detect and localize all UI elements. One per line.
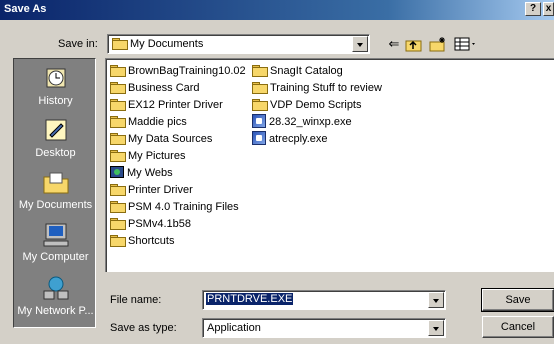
list-item[interactable]: PSMv4.1b58 <box>110 216 191 232</box>
folder-icon <box>110 65 126 77</box>
list-item[interactable]: VDP Demo Scripts <box>252 97 362 113</box>
list-item[interactable]: atrecply.exe <box>252 131 328 147</box>
window-title: Save As <box>4 3 47 15</box>
places-label: History <box>38 95 73 107</box>
chevron-down-icon[interactable] <box>352 36 368 52</box>
list-item[interactable]: PSM 4.0 Training Files <box>110 199 239 215</box>
desktop-icon <box>41 117 71 145</box>
save-button[interactable]: Save <box>481 288 554 312</box>
file-list[interactable]: BrownBagTraining10.02 Business Card EX12… <box>105 58 554 272</box>
list-item[interactable]: My Webs <box>110 165 173 181</box>
close-button[interactable]: x <box>543 2 554 16</box>
places-label: My Documents <box>18 199 93 211</box>
places-bar: History Desktop My Documents My Computer… <box>13 58 96 328</box>
my-network-places-icon <box>41 275 71 303</box>
history-icon <box>41 65 71 93</box>
list-item[interactable]: Printer Driver <box>110 182 193 198</box>
file-name-label: Shortcuts <box>128 235 175 247</box>
file-name-label: BrownBagTraining10.02 <box>128 65 246 77</box>
folder-icon <box>252 65 268 77</box>
folder-icon <box>110 116 126 128</box>
folder-icon <box>252 99 268 111</box>
save-in-label: Save in: <box>58 38 98 50</box>
file-name-label: My Data Sources <box>128 133 213 145</box>
up-folder-icon[interactable] <box>403 34 425 54</box>
cancel-button[interactable]: Cancel <box>482 316 554 338</box>
file-name-label: Maddie pics <box>128 116 187 128</box>
places-history[interactable]: History <box>14 65 97 107</box>
list-item[interactable]: My Pictures <box>110 148 185 164</box>
folder-icon <box>110 133 126 145</box>
file-name-label: VDP Demo Scripts <box>270 99 362 111</box>
file-name-label: My Pictures <box>128 150 186 162</box>
file-name-label: Training Stuff to review <box>270 82 382 94</box>
folder-icon <box>112 38 128 50</box>
folder-icon <box>110 99 126 111</box>
places-my-documents[interactable]: My Documents <box>14 169 97 211</box>
places-my-computer[interactable]: My Computer <box>14 221 97 263</box>
chevron-down-icon[interactable] <box>428 320 444 336</box>
file-name-input[interactable]: PRNTDRVE.EXE <box>202 290 446 310</box>
list-item[interactable]: Training Stuff to review <box>252 80 382 96</box>
back-arrow-icon[interactable]: ⇐ <box>383 34 405 54</box>
folder-icon <box>110 82 126 94</box>
folder-icon <box>110 218 126 230</box>
my-documents-icon <box>41 169 71 197</box>
places-desktop[interactable]: Desktop <box>14 117 97 159</box>
file-name-label: EX12 Printer Driver <box>128 99 223 111</box>
help-button[interactable]: ? <box>525 2 541 16</box>
title-bar: Save As ? x <box>0 0 554 20</box>
list-item[interactable]: Business Card <box>110 80 200 96</box>
my-computer-icon <box>41 221 71 249</box>
web-folder-icon <box>110 166 124 178</box>
folder-icon <box>110 235 126 247</box>
list-item[interactable]: My Data Sources <box>110 131 212 147</box>
file-name-label: Business Card <box>128 82 200 94</box>
chevron-down-icon[interactable] <box>428 292 444 308</box>
list-item[interactable]: 28.32_winxp.exe <box>252 114 352 130</box>
file-name-label: atrecply.exe <box>269 133 328 145</box>
save-as-type-value: Application <box>207 322 261 334</box>
save-in-value: My Documents <box>130 38 204 50</box>
file-name-label: File name: <box>110 294 162 306</box>
file-name-label: PSM 4.0 Training Files <box>128 201 239 213</box>
save-in-dropdown[interactable]: My Documents <box>107 34 370 54</box>
new-folder-icon[interactable] <box>427 34 449 54</box>
list-item[interactable]: SnagIt Catalog <box>252 63 343 79</box>
exe-icon <box>252 131 266 145</box>
list-item[interactable]: EX12 Printer Driver <box>110 97 223 113</box>
file-name-label: PSMv4.1b58 <box>128 218 191 230</box>
list-item[interactable]: Shortcuts <box>110 233 174 249</box>
list-item[interactable]: BrownBagTraining10.02 <box>110 63 246 79</box>
places-label: My Computer <box>22 251 89 263</box>
save-as-type-dropdown[interactable]: Application <box>202 318 446 338</box>
exe-icon <box>252 114 266 128</box>
places-my-network-places[interactable]: My Network P... <box>14 275 97 317</box>
file-name-label: 28.32_winxp.exe <box>269 116 352 128</box>
file-name-label: SnagIt Catalog <box>270 65 343 77</box>
folder-icon <box>110 150 126 162</box>
file-name-label: My Webs <box>127 167 173 179</box>
folder-icon <box>110 184 126 196</box>
folder-icon <box>110 201 126 213</box>
views-menu-icon[interactable] <box>452 34 480 54</box>
file-name-label: Printer Driver <box>128 184 193 196</box>
file-name-value: PRNTDRVE.EXE <box>206 293 294 305</box>
list-item[interactable]: Maddie pics <box>110 114 187 130</box>
folder-icon <box>252 82 268 94</box>
save-as-type-label: Save as type: <box>110 322 177 334</box>
places-label: My Network P... <box>17 305 94 317</box>
places-label: Desktop <box>35 147 76 159</box>
